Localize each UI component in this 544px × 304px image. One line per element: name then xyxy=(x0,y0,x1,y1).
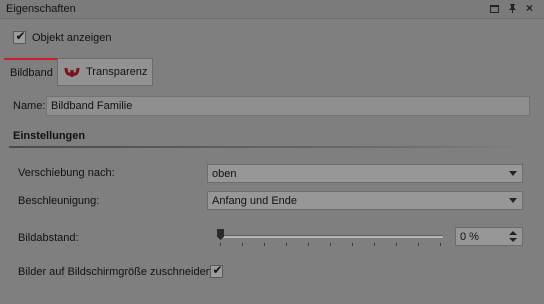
slider-tick xyxy=(242,243,243,246)
shift-select[interactable]: oben xyxy=(207,164,523,183)
tab-bildband[interactable]: Bildband xyxy=(4,58,58,86)
crop-checkbox[interactable]: ✔ xyxy=(210,263,223,278)
spacing-spinbox[interactable]: 0 % xyxy=(455,227,523,246)
chevron-down-icon xyxy=(509,198,517,203)
section-divider xyxy=(9,146,530,148)
slider-tick xyxy=(308,243,309,246)
tab-transparenz-label: Transparenz xyxy=(86,66,148,78)
spin-up-icon[interactable] xyxy=(509,231,517,235)
slider-tick xyxy=(352,243,353,246)
slider-tick xyxy=(396,243,397,246)
panel-title: Eigenschaften xyxy=(6,3,76,15)
slider-tick xyxy=(418,243,419,246)
chevron-down-icon xyxy=(509,171,517,176)
slider-tick xyxy=(374,243,375,246)
slider-tick xyxy=(286,243,287,246)
close-icon[interactable]: × xyxy=(524,2,535,14)
shift-label: Verschiebung nach: xyxy=(18,167,115,179)
name-input[interactable] xyxy=(46,96,530,116)
tab-transparenz[interactable]: Transparenz xyxy=(57,58,153,86)
crop-label: Bilder auf Bildschirmgröße zuschneiden xyxy=(18,266,212,278)
spacing-slider-thumb[interactable] xyxy=(217,229,224,240)
settings-title: Einstellungen xyxy=(13,130,86,142)
restore-window-icon[interactable] xyxy=(489,3,500,14)
tab-bar: Bildband Transparenz xyxy=(0,58,544,86)
panel-titlebar: Eigenschaften × xyxy=(0,0,544,19)
acceleration-value: Anfang und Ende xyxy=(212,195,298,207)
show-object-checkbox[interactable]: ✔ xyxy=(13,29,26,44)
spin-down-icon[interactable] xyxy=(509,238,517,242)
spacing-value: 0 % xyxy=(460,231,479,243)
acceleration-select[interactable]: Anfang und Ende xyxy=(207,191,523,210)
name-label: Name: xyxy=(13,100,46,112)
slider-tick xyxy=(330,243,331,246)
checkmark-icon: ✔ xyxy=(15,29,26,43)
slider-tick xyxy=(264,243,265,246)
shift-value: oben xyxy=(212,168,237,180)
slider-tick xyxy=(440,243,441,246)
pin-icon[interactable] xyxy=(507,3,518,14)
tab-bildband-label: Bildband xyxy=(10,67,53,79)
slider-tick xyxy=(220,243,221,246)
checkmark-icon: ✔ xyxy=(212,263,223,277)
acceleration-label: Beschleunigung: xyxy=(18,195,100,207)
spacing-slider-track[interactable] xyxy=(219,235,443,238)
show-object-label: Objekt anzeigen xyxy=(32,32,112,44)
transparency-icon xyxy=(64,64,80,80)
spacing-label: Bildabstand: xyxy=(18,232,79,244)
